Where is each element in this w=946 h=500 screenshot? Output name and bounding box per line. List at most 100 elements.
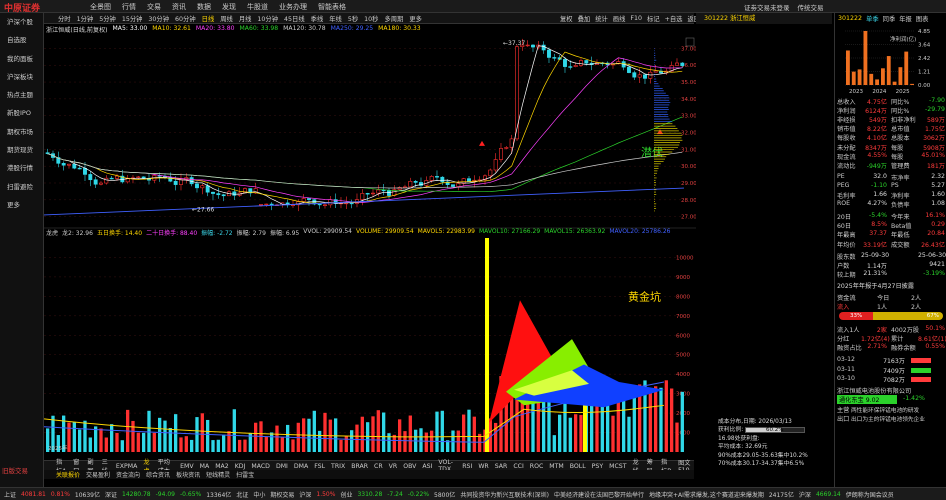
- period-item[interactable]: 30分钟: [148, 14, 169, 23]
- nav-item[interactable]: 期权市场: [0, 123, 43, 141]
- indicator-tab[interactable]: CCI: [513, 463, 523, 470]
- indicator-tab[interactable]: ASI: [422, 463, 432, 470]
- status-item: 伊朗称为国会议员: [845, 491, 894, 499]
- sub-tab[interactable]: 关联报价: [56, 470, 80, 479]
- indicator-tab[interactable]: MACD: [251, 463, 270, 470]
- menu-item[interactable]: 交易: [147, 2, 161, 12]
- top-right-link[interactable]: 传统交易: [798, 2, 824, 12]
- indicator-tab[interactable]: ROC: [530, 463, 544, 470]
- rp-tab[interactable]: 年报: [899, 14, 912, 23]
- menu-item[interactable]: 牛股道: [247, 2, 268, 12]
- volume-bar: [472, 416, 476, 452]
- volume-bar: [659, 387, 663, 452]
- rp-tab[interactable]: 图表: [916, 14, 929, 23]
- menu-item[interactable]: 发现: [222, 2, 236, 12]
- period-item[interactable]: 60分钟: [175, 14, 196, 23]
- period-item[interactable]: 10秒: [364, 14, 378, 23]
- fin-cell: -7.90: [928, 97, 945, 104]
- period-item[interactable]: 周线: [220, 14, 233, 23]
- menu-item[interactable]: 业务办理: [279, 2, 307, 12]
- chart-tool[interactable]: 标记: [647, 14, 660, 23]
- nav-item[interactable]: 新股IPO: [0, 104, 43, 122]
- chart-tool[interactable]: +自选: [665, 14, 683, 23]
- sub-tab[interactable]: 综合资讯: [146, 470, 170, 479]
- flow-header-cell[interactable]: 资金流: [837, 293, 877, 302]
- indicator-tab[interactable]: PSY: [592, 463, 603, 470]
- nav-item[interactable]: 我的面板: [0, 50, 43, 68]
- indicator-tab[interactable]: MCST: [609, 463, 626, 470]
- tag-badge[interactable]: 通化东宝 9.02: [837, 394, 897, 404]
- period-item[interactable]: 15分钟: [122, 14, 143, 23]
- menu-item[interactable]: 智能表格: [318, 2, 346, 12]
- sub-tab[interactable]: 交易盈利: [86, 470, 110, 479]
- period-item[interactable]: 日线: [202, 14, 215, 23]
- rp-tab[interactable]: 单季: [866, 14, 879, 23]
- indicator-tab[interactable]: FSL: [314, 463, 325, 470]
- period-item[interactable]: 多周期: [384, 14, 403, 23]
- chart-tool[interactable]: 复权: [560, 14, 573, 23]
- old-trade-link[interactable]: 旧版交易: [2, 465, 28, 475]
- indicator-tab[interactable]: EMV: [180, 463, 193, 470]
- indicator-tab[interactable]: MTM: [549, 463, 563, 470]
- period-item[interactable]: 月线: [239, 14, 252, 23]
- period-item[interactable]: 1分钟: [77, 14, 94, 23]
- period-item[interactable]: 45日线: [284, 14, 305, 23]
- indicator-tab[interactable]: TRIX: [331, 463, 345, 470]
- fin-cell: 成交额: [891, 241, 910, 249]
- chart-tool[interactable]: 统计: [595, 14, 608, 23]
- period-item[interactable]: 更多: [409, 14, 422, 23]
- indicator-tab[interactable]: EXPMA: [116, 463, 137, 470]
- period-item[interactable]: 分时: [58, 14, 71, 23]
- kline-chart[interactable]: 37.0036.0035.0034.0033.0032.0031.0030.00…: [44, 36, 696, 456]
- period-item[interactable]: 季线: [311, 14, 324, 23]
- indicator-tab[interactable]: BOLL: [570, 463, 586, 470]
- flow-header-cell[interactable]: 2人: [911, 293, 945, 302]
- flow-header-cell[interactable]: 今日: [877, 293, 911, 302]
- nav-item[interactable]: 扫雷避险: [0, 178, 43, 196]
- candle-body: [61, 163, 66, 166]
- candle-body: [72, 163, 77, 169]
- fin-cell: 6124万: [865, 108, 887, 116]
- nav-item[interactable]: 港股行情: [0, 159, 43, 177]
- fin-cell: 非经损: [837, 117, 856, 125]
- chart-tool[interactable]: 画线: [613, 14, 626, 23]
- indicator-tab[interactable]: CR: [374, 463, 383, 470]
- candle-body: [643, 74, 647, 79]
- sub-tab[interactable]: 板块资讯: [176, 470, 200, 479]
- indicator-tab[interactable]: VR: [389, 463, 398, 470]
- nav-item[interactable]: 沪深板块: [0, 68, 43, 86]
- indicator-tab[interactable]: KDJ: [235, 463, 246, 470]
- sub-tab[interactable]: 短线精灵: [206, 470, 230, 479]
- indicator-tab[interactable]: WR: [478, 463, 488, 470]
- top-right-link[interactable]: 证劵交易未登录: [744, 2, 790, 12]
- chart-tool[interactable]: F10: [630, 15, 642, 22]
- indicator-tab[interactable]: OBV: [403, 463, 416, 470]
- indicator-tab[interactable]: RSI: [462, 463, 472, 470]
- indicator-tab[interactable]: BRAR: [351, 463, 368, 470]
- sub-tab[interactable]: 扫雷宝: [236, 470, 254, 479]
- period-item[interactable]: 5秒: [348, 14, 358, 23]
- indicator-tab[interactable]: DMA: [294, 463, 308, 470]
- nav-item[interactable]: 期货现货: [0, 141, 43, 159]
- fin-row: 较上期 21.31% -3.19%: [837, 270, 945, 279]
- menu-item[interactable]: 全景图: [90, 2, 111, 12]
- nav-item[interactable]: 更多: [0, 196, 43, 214]
- nav-item[interactable]: 热点主题: [0, 86, 43, 104]
- menu-item[interactable]: 行情: [122, 2, 136, 12]
- rp-tab[interactable]: 同季: [883, 14, 896, 23]
- indicator-tab[interactable]: MA2: [215, 463, 229, 470]
- menu-item[interactable]: 资讯: [172, 2, 186, 12]
- indicator-tab[interactable]: MA: [200, 463, 210, 470]
- fin-cell: 净利率: [891, 193, 910, 200]
- nav-item[interactable]: 自选股: [0, 31, 43, 49]
- nav-item[interactable]: 沪深个股: [0, 13, 43, 31]
- period-item[interactable]: 年线: [329, 14, 342, 23]
- chart-tool[interactable]: 叠加: [578, 14, 591, 23]
- indicator-tab[interactable]: SAR: [495, 463, 508, 470]
- sub-tab[interactable]: 资金流向: [116, 470, 140, 479]
- period-item[interactable]: 10分钟: [257, 14, 278, 23]
- indicator-tab[interactable]: DMI: [276, 463, 288, 470]
- status-item: 地缘冲突+AI需求爆发,这个赛道迎来爆发期: [649, 491, 764, 499]
- period-item[interactable]: 5分钟: [99, 14, 116, 23]
- menu-item[interactable]: 数据: [197, 2, 211, 12]
